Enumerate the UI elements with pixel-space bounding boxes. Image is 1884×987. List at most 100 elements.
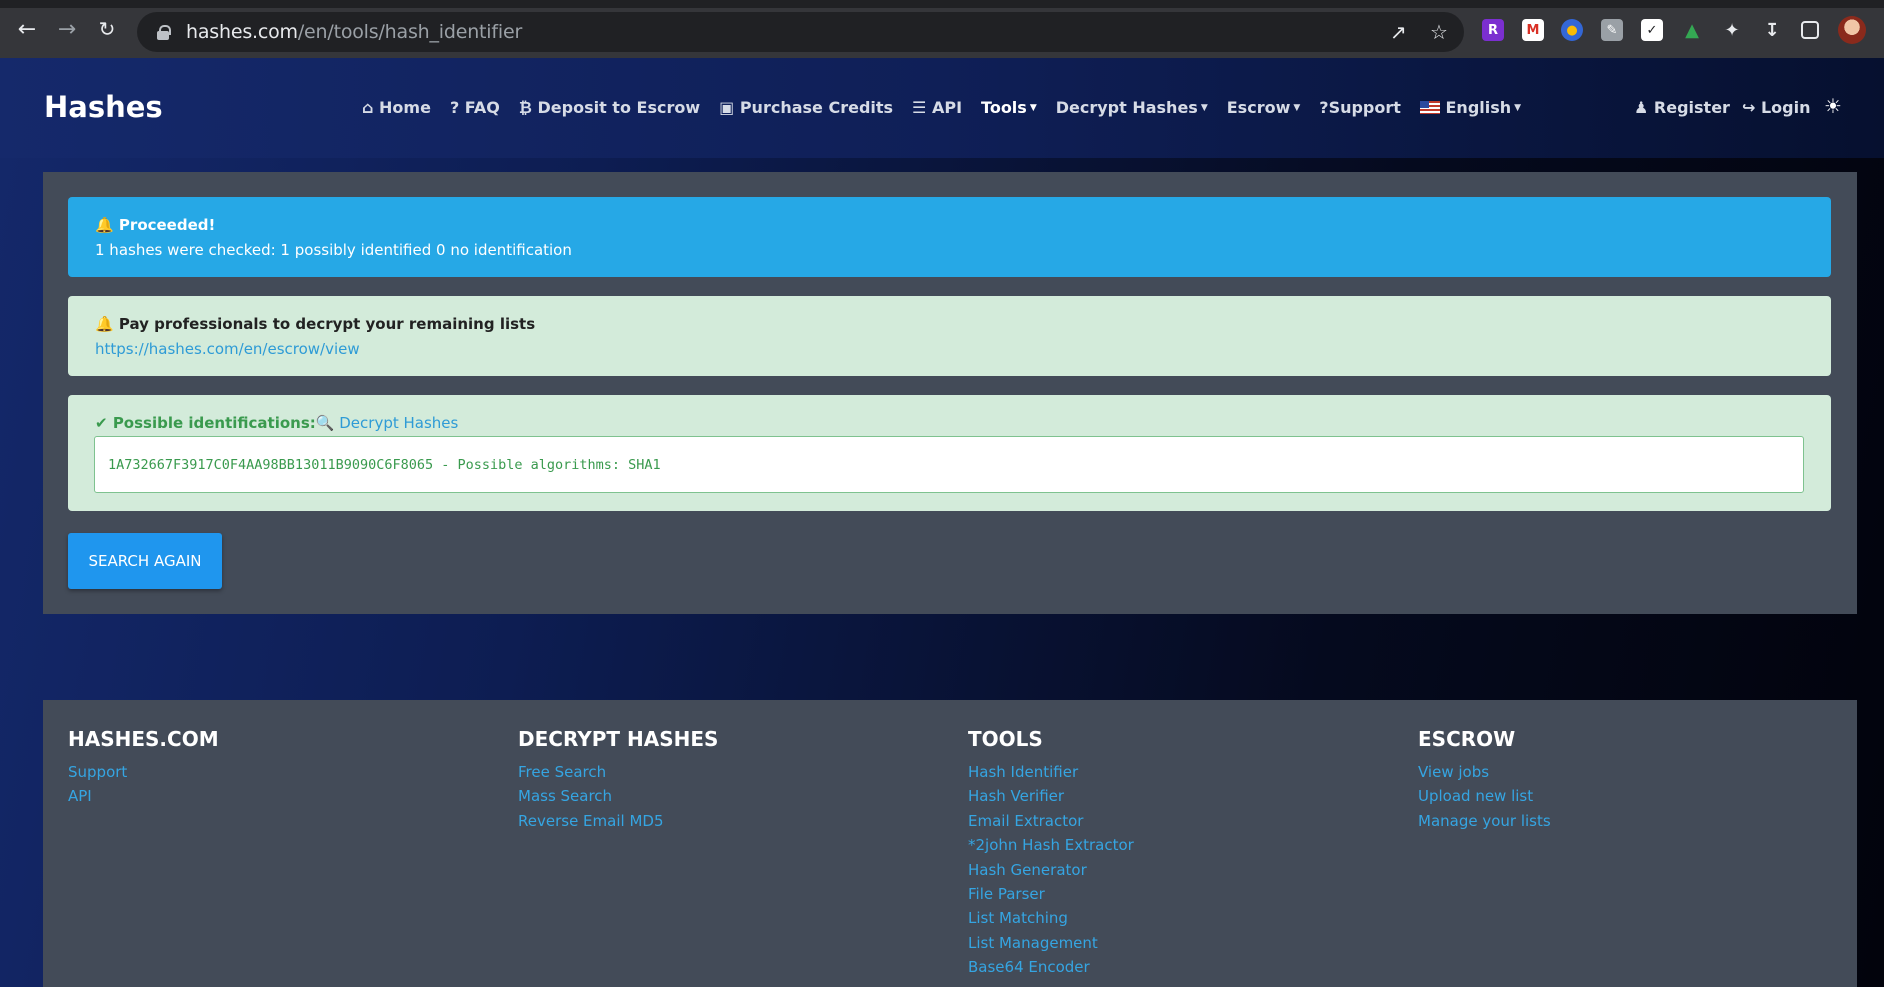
url-host: hashes.com	[186, 21, 298, 43]
nav-escrow[interactable]: Escrow ▼	[1227, 98, 1301, 118]
nav-label: FAQ	[464, 98, 500, 117]
puzzle-icon[interactable]: ✦	[1721, 19, 1743, 41]
reload-icon[interactable]: ↻	[92, 14, 122, 44]
nav-faq[interactable]: ? FAQ	[450, 98, 500, 118]
extension-note-icon[interactable]: ✎	[1601, 19, 1623, 41]
nav-label: Deposit to Escrow	[537, 98, 701, 117]
nav-support[interactable]: ?Support	[1319, 98, 1401, 118]
chevron-down-icon: ▼	[1293, 103, 1301, 113]
drive-icon[interactable]: ▲	[1681, 19, 1703, 41]
question-icon: ?	[449, 98, 460, 117]
chevron-down-icon: ▼	[1200, 103, 1208, 113]
register-link[interactable]: ♟ Register	[1634, 98, 1730, 117]
footer-link-hash-verifier[interactable]: Hash Verifier	[968, 784, 1134, 808]
footer-link-api[interactable]: API	[68, 784, 219, 808]
footer-heading: ESCROW	[1418, 727, 1516, 751]
nav-tools[interactable]: Tools ▼	[981, 98, 1037, 118]
footer-link-support[interactable]: Support	[68, 760, 219, 784]
footer-link-base64[interactable]: Base64 Encoder	[968, 955, 1134, 979]
identification-title: ✔ Possible identifications:🔍 Decrypt Has…	[95, 414, 458, 432]
info-alert-text: 1 hashes were checked: 1 possibly identi…	[95, 241, 572, 259]
extension-edit-icon[interactable]: ✓	[1641, 19, 1663, 41]
nav-label: Tools	[981, 98, 1027, 117]
footer-link-reverse-email[interactable]: Reverse Email MD5	[518, 809, 718, 833]
promo-alert-title: 🔔 Pay professionals to decrypt your rema…	[95, 315, 535, 333]
footer-link-email-extractor[interactable]: Email Extractor	[968, 809, 1134, 833]
info-title-text: Proceeded!	[118, 216, 216, 234]
register-label: Register	[1653, 98, 1730, 117]
nav-label: Decrypt Hashes	[1055, 98, 1198, 117]
footer-link-hash-generator[interactable]: Hash Generator	[968, 858, 1134, 882]
tab-strip	[0, 0, 1884, 8]
bell-icon: 🔔	[95, 315, 114, 333]
gmail-icon[interactable]: M	[1522, 19, 1544, 41]
nav-home[interactable]: ⌂ Home	[362, 98, 431, 118]
result-card: 🔔 Proceeded! 1 hashes were checked: 1 po…	[43, 172, 1857, 614]
identification-result-box[interactable]: 1A732667F3917C0F4AA98BB13011B9090C6F8065…	[94, 436, 1804, 493]
decrypt-hashes-label: Decrypt Hashes	[339, 414, 459, 432]
share-icon[interactable]: ↗	[1390, 20, 1407, 44]
nav-api[interactable]: ☰ API	[912, 98, 962, 118]
lock-icon	[157, 25, 171, 40]
chevron-down-icon: ▼	[1029, 103, 1037, 113]
extension-r-icon[interactable]: R	[1482, 19, 1504, 41]
footer-link-view-jobs[interactable]: View jobs	[1418, 760, 1551, 784]
info-alert: 🔔 Proceeded! 1 hashes were checked: 1 po…	[68, 197, 1831, 277]
footer-column-escrow: ESCROW View jobs Upload new list Manage …	[1418, 727, 1551, 833]
check-icon: ✔	[95, 414, 108, 432]
footer-link-hash-identifier[interactable]: Hash Identifier	[968, 760, 1134, 784]
nav-label: English	[1445, 98, 1512, 117]
extension-orb-icon[interactable]: ●	[1561, 19, 1583, 41]
nav-label: Home	[379, 98, 431, 117]
identification-alert: ✔ Possible identifications:🔍 Decrypt Has…	[68, 395, 1831, 511]
nav-label: API	[931, 98, 963, 117]
star-icon[interactable]: ☆	[1430, 20, 1448, 44]
url-text[interactable]: hashes.com/en/tools/hash_identifier	[186, 21, 522, 43]
nav-language[interactable]: English ▼	[1419, 98, 1521, 118]
info-alert-title: 🔔 Proceeded!	[95, 216, 215, 234]
brand-logo[interactable]: Hashes	[44, 90, 163, 124]
login-label: Login	[1760, 98, 1811, 117]
navbar: Hashes ⌂ Home ? FAQ ₿ Deposit to Escrow …	[0, 58, 1884, 158]
footer-link-mass-search[interactable]: Mass Search	[518, 784, 718, 808]
forward-icon[interactable]: →	[52, 14, 82, 44]
promo-title-text: Pay professionals to decrypt your remain…	[118, 315, 536, 333]
footer-link-file-parser[interactable]: File Parser	[968, 882, 1134, 906]
nav-decrypt-hashes[interactable]: Decrypt Hashes ▼	[1056, 98, 1208, 118]
footer-column-decrypt: DECRYPT HASHES Free Search Mass Search R…	[518, 727, 718, 833]
decrypt-hashes-link[interactable]: 🔍 Decrypt Hashes	[316, 414, 459, 432]
footer-heading: HASHES.COM	[68, 727, 219, 751]
download-icon[interactable]: ↧	[1761, 19, 1783, 41]
us-flag-icon	[1419, 101, 1440, 114]
user-plus-icon: ♟	[1634, 98, 1649, 117]
cart-icon: ▣	[719, 98, 735, 117]
nav-deposit[interactable]: ₿ Deposit to Escrow	[519, 98, 700, 118]
footer-link-list-management[interactable]: List Management	[968, 931, 1134, 955]
footer-link-list-matching[interactable]: List Matching	[968, 906, 1134, 930]
url-path: /en/tools/hash_identifier	[297, 21, 523, 43]
search-again-button[interactable]: SEARCH AGAIN	[68, 533, 222, 589]
footer-link-2john[interactable]: *2john Hash Extractor	[968, 833, 1134, 857]
nav-label: Escrow	[1226, 98, 1291, 117]
profile-avatar[interactable]	[1838, 16, 1866, 44]
search-icon: 🔍	[315, 414, 335, 432]
address-bar[interactable]: hashes.com/en/tools/hash_identifier ↗ ☆	[137, 12, 1464, 52]
sidepanel-icon[interactable]	[1801, 21, 1819, 39]
browser-chrome: ← → ↻ hashes.com/en/tools/hash_identifie…	[0, 0, 1884, 58]
home-icon: ⌂	[362, 98, 374, 117]
footer-column-tools: TOOLS Hash Identifier Hash Verifier Emai…	[968, 727, 1134, 980]
site: Hashes ⌂ Home ? FAQ ₿ Deposit to Escrow …	[0, 58, 1884, 987]
nav-links: ⌂ Home ? FAQ ₿ Deposit to Escrow ▣ Purch…	[362, 98, 1540, 118]
footer-link-free-search[interactable]: Free Search	[518, 760, 718, 784]
login-link[interactable]: ↪ Login	[1742, 98, 1811, 117]
nav-label: Purchase Credits	[739, 98, 894, 117]
back-icon[interactable]: ←	[12, 14, 42, 44]
identification-result-text: 1A732667F3917C0F4AA98BB13011B9090C6F8065…	[108, 457, 661, 473]
nav-purchase-credits[interactable]: ▣ Purchase Credits	[719, 98, 893, 118]
footer-link-upload-list[interactable]: Upload new list	[1418, 784, 1551, 808]
bell-icon: 🔔	[95, 216, 114, 234]
footer-heading: DECRYPT HASHES	[518, 727, 719, 751]
theme-toggle-icon[interactable]: ☀	[1824, 94, 1842, 118]
footer-link-manage-lists[interactable]: Manage your lists	[1418, 809, 1551, 833]
escrow-view-link[interactable]: https://hashes.com/en/escrow/view	[95, 340, 360, 358]
